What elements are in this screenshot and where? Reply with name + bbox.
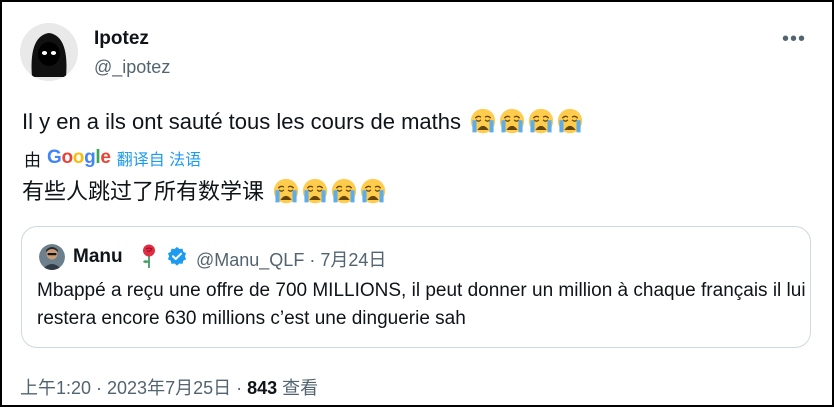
- tweet-text-content: Il y en a ils ont sauté tous les cours d…: [22, 109, 462, 134]
- google-logo: Google: [47, 147, 111, 169]
- google-letter: g: [84, 147, 96, 168]
- loudly-crying-face-icon: [499, 108, 525, 134]
- view-count: 843: [247, 378, 278, 398]
- translated-text: 有些人跳过了所有数学课: [22, 176, 386, 208]
- emoji-group: [270, 179, 386, 204]
- emoji-group: [467, 109, 583, 134]
- rose-icon: [143, 244, 155, 268]
- google-letter: G: [47, 147, 62, 168]
- google-letter: o: [72, 147, 85, 168]
- verified-badge-icon[interactable]: [166, 246, 188, 268]
- google-letter: e: [100, 147, 111, 168]
- loudly-crying-face-icon: [360, 178, 386, 204]
- tweet-card: Ipotez @_ipotez ••• Il y en a ils ont sa…: [0, 0, 834, 407]
- quote-avatar[interactable]: [39, 244, 65, 270]
- translated-text-content: 有些人跳过了所有数学课: [22, 179, 265, 204]
- loudly-crying-face-icon: [302, 178, 328, 204]
- quote-text: Mbappé a reçu une offre de 700 MILLIONS,…: [37, 280, 806, 329]
- quoted-tweet[interactable]: Manu @Manu_QLF · 7月24日 Mbappé a reçu une…: [21, 226, 811, 348]
- quote-display-name[interactable]: Manu: [73, 246, 123, 268]
- loudly-crying-face-icon: [470, 108, 496, 134]
- user-handle[interactable]: @_ipotez: [94, 57, 170, 78]
- timestamp[interactable]: 上午1:20 · 2023年7月25日 ·: [20, 378, 247, 398]
- translated-by-label: 由: [24, 150, 41, 170]
- tweet-metadata: 上午1:20 · 2023年7月25日 · 843 查看: [20, 374, 318, 400]
- loudly-crying-face-icon: [557, 108, 583, 134]
- google-letter: o: [61, 147, 73, 168]
- display-name[interactable]: Ipotez: [94, 28, 149, 50]
- avatar[interactable]: [20, 23, 78, 81]
- loudly-crying-face-icon: [273, 178, 299, 204]
- translate-source-link[interactable]: 翻译自 法语: [117, 146, 201, 170]
- views-label: 查看: [277, 378, 319, 398]
- quote-handle-date[interactable]: @Manu_QLF · 7月24日: [196, 246, 386, 272]
- tweet-text: Il y en a ils ont sauté tous les cours d…: [22, 106, 583, 138]
- loudly-crying-face-icon: [331, 178, 357, 204]
- loudly-crying-face-icon: [528, 108, 554, 134]
- translation-attribution: 由 Google 翻译自 法语: [24, 146, 201, 170]
- more-options-icon[interactable]: •••: [782, 28, 806, 51]
